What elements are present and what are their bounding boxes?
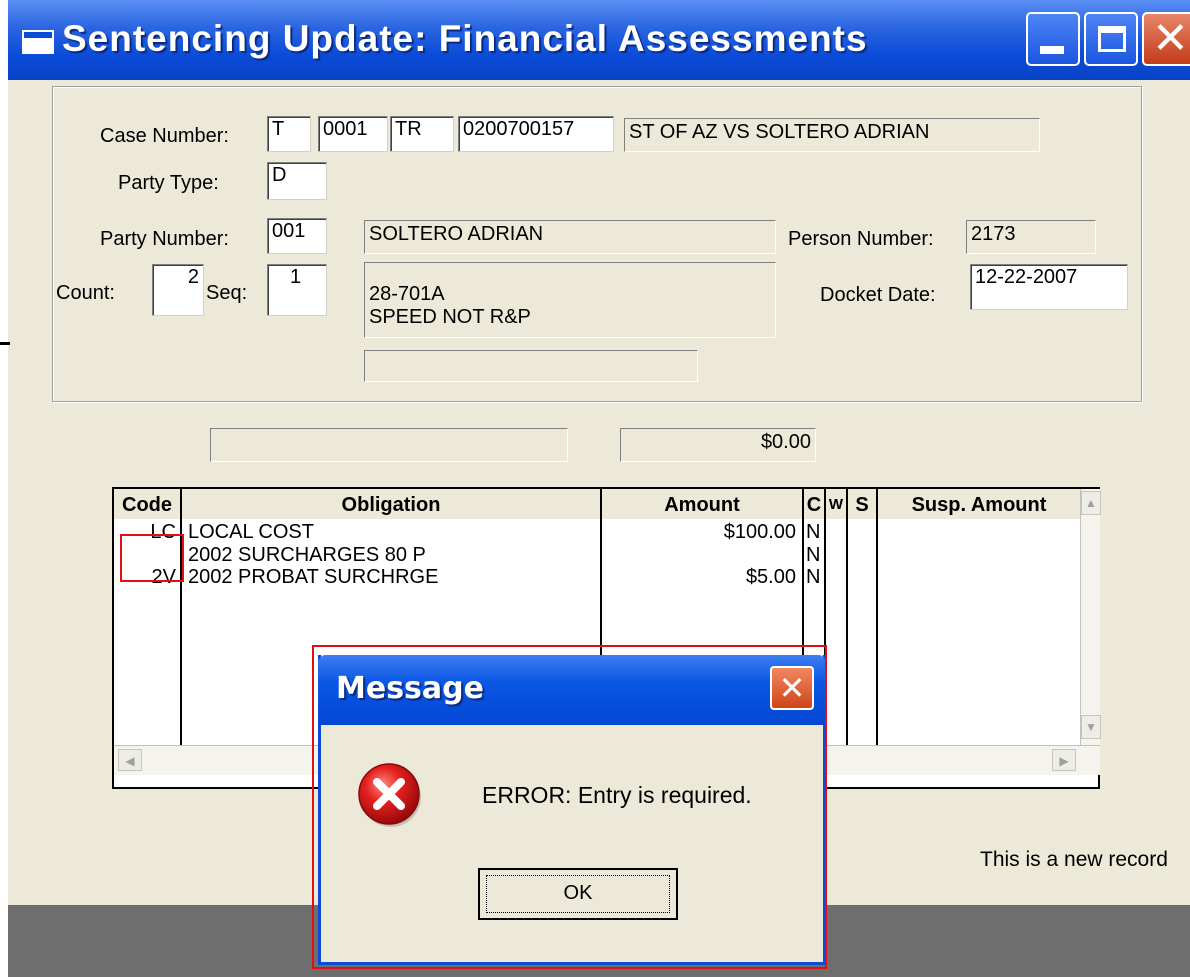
docket-date-field[interactable]: 12-22-2007 bbox=[970, 264, 1128, 310]
col-header-amount[interactable]: Amount bbox=[602, 489, 804, 519]
scroll-left-icon[interactable]: ◀ bbox=[118, 749, 142, 771]
minimize-icon bbox=[1040, 46, 1064, 54]
app-window-icon bbox=[22, 30, 54, 54]
case-number-part4-field[interactable]: 0200700157 bbox=[458, 116, 614, 152]
count-field[interactable]: 2 bbox=[152, 264, 204, 316]
close-icon: ✕ bbox=[1152, 13, 1189, 64]
party-name: SOLTERO ADRIAN bbox=[364, 220, 776, 254]
totals-description bbox=[210, 428, 568, 462]
column-divider bbox=[846, 519, 848, 745]
blank-readonly-field bbox=[364, 350, 698, 382]
maximize-button[interactable] bbox=[1084, 12, 1138, 66]
case-number-label: Case Number: bbox=[100, 125, 229, 147]
party-type-field[interactable]: D bbox=[267, 162, 327, 200]
minimize-button[interactable] bbox=[1026, 12, 1080, 66]
party-type-label: Party Type: bbox=[118, 172, 219, 194]
seq-label: Seq: bbox=[206, 282, 248, 304]
col-header-code[interactable]: Code bbox=[114, 489, 182, 519]
statute-text: 28-701A bbox=[369, 283, 445, 305]
scroll-right-icon[interactable]: ▶ bbox=[1052, 749, 1076, 771]
required-field-highlight bbox=[120, 534, 184, 582]
party-number-field[interactable]: 001 bbox=[267, 218, 327, 254]
maximize-icon bbox=[1098, 26, 1126, 52]
vertical-scrollbar[interactable]: ▲ ▼ bbox=[1080, 489, 1101, 745]
col-header-c[interactable]: C bbox=[804, 489, 826, 519]
row-amount: $5.00 bbox=[745, 566, 796, 588]
dialog-highlight bbox=[312, 645, 827, 969]
col-header-s[interactable]: S bbox=[848, 489, 878, 519]
col-header-w[interactable]: W bbox=[826, 489, 848, 519]
grid-header: Code Obligation Amount C W S Susp. Amoun… bbox=[114, 489, 1080, 519]
window-title: Sentencing Update: Financial Assessments bbox=[62, 18, 868, 59]
row-c-flag: N bbox=[806, 521, 821, 543]
row-amount: $100.00 bbox=[723, 521, 796, 543]
scroll-down-icon[interactable]: ▼ bbox=[1081, 715, 1101, 739]
row-obligation: LOCAL COST bbox=[188, 521, 314, 543]
charge-description: SPEED NOT R&P bbox=[369, 306, 531, 328]
row-obligation: 2002 PROBAT SURCHRGE bbox=[188, 566, 439, 588]
case-number-part1-field[interactable]: T bbox=[267, 116, 311, 152]
seq-field[interactable]: 1 bbox=[267, 264, 327, 316]
person-number: 2173 bbox=[966, 220, 1096, 254]
docket-date-label: Docket Date: bbox=[820, 284, 936, 306]
status-message: This is a new record bbox=[980, 848, 1168, 871]
case-caption: ST OF AZ VS SOLTERO ADRIAN bbox=[624, 118, 1040, 152]
count-label: Count: bbox=[56, 282, 115, 304]
party-number-label: Party Number: bbox=[100, 228, 229, 250]
row-c-flag: N bbox=[806, 566, 821, 588]
row-obligation: 2002 SURCHARGES 80 P bbox=[188, 544, 426, 566]
case-number-part3-field[interactable]: TR bbox=[390, 116, 454, 152]
row-c-flag: N bbox=[806, 544, 821, 566]
col-header-susp-amount[interactable]: Susp. Amount bbox=[878, 489, 1080, 519]
divider bbox=[0, 342, 10, 345]
charge-description-box: 28-701A SPEED NOT R&P bbox=[364, 262, 776, 338]
case-number-part2-field[interactable]: 0001 bbox=[318, 116, 388, 152]
totals-amount: $0.00 bbox=[620, 428, 816, 462]
scroll-up-icon[interactable]: ▲ bbox=[1081, 491, 1101, 515]
person-number-label: Person Number: bbox=[788, 228, 934, 250]
column-divider bbox=[876, 519, 878, 745]
close-button[interactable]: ✕ bbox=[1142, 12, 1190, 66]
col-header-obligation[interactable]: Obligation bbox=[182, 489, 602, 519]
